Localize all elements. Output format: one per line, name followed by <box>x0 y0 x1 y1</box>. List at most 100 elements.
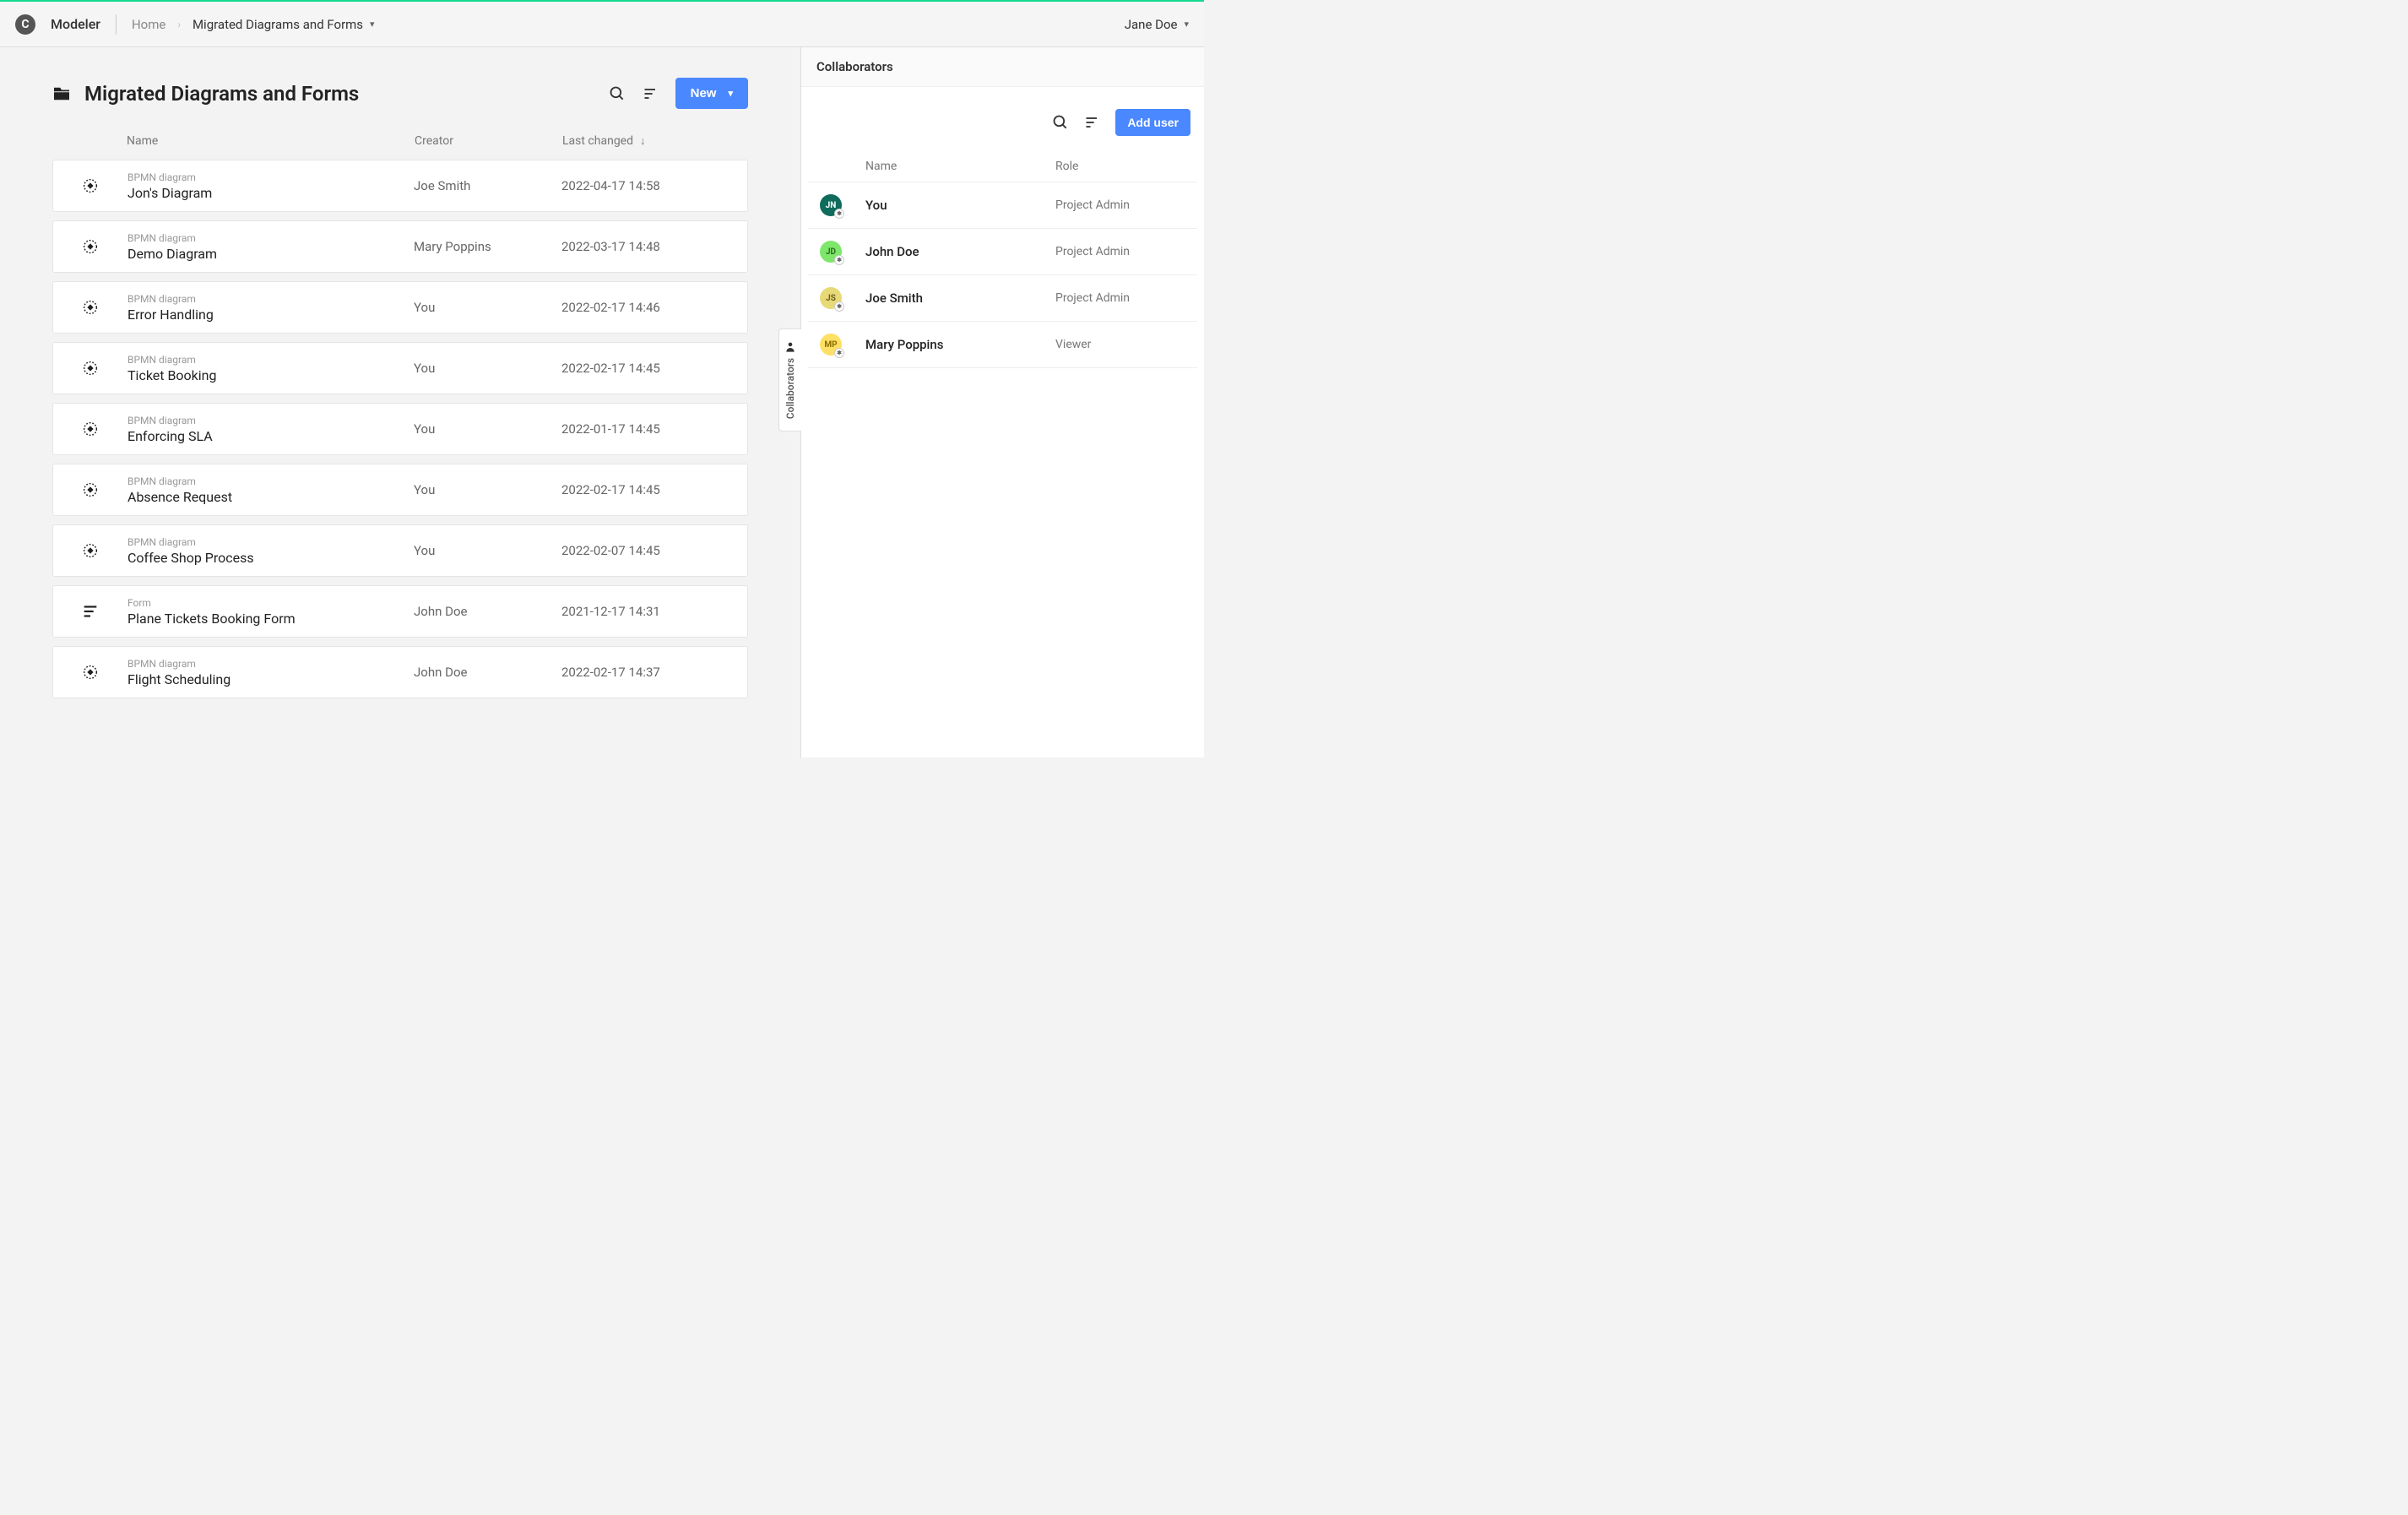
item-name: Enforcing SLA <box>127 428 414 444</box>
collaborator-row[interactable]: JS✱ Joe SmithProject Admin <box>808 275 1197 322</box>
search-icon[interactable] <box>1051 113 1070 132</box>
avatar: JS✱ <box>820 287 842 309</box>
bpmn-icon <box>53 541 127 560</box>
item-creator: You <box>414 543 561 558</box>
avatar-initials: JS <box>826 294 836 303</box>
new-button-label: New <box>691 86 717 100</box>
item-creator: Mary Poppins <box>414 239 561 254</box>
column-name[interactable]: Name <box>865 160 1055 173</box>
breadcrumb-home[interactable]: Home <box>132 17 165 32</box>
bpmn-icon <box>53 420 127 438</box>
collaborator-role: Viewer <box>1055 338 1190 351</box>
person-icon <box>784 341 796 353</box>
item-name: Ticket Booking <box>127 367 414 383</box>
collaborators-tab[interactable]: Collaborators <box>778 329 801 432</box>
collaborators-title: Collaborators <box>801 47 1204 87</box>
collaborator-row[interactable]: JD✱John DoeProject Admin <box>808 229 1197 275</box>
folder-icon <box>52 86 71 101</box>
top-bar: C Modeler Home › Migrated Diagrams and F… <box>0 0 1204 47</box>
table-row[interactable]: BPMN diagramDemo DiagramMary Poppins2022… <box>52 220 748 273</box>
item-creator: Joe Smith <box>414 178 561 193</box>
item-name: Coffee Shop Process <box>127 550 414 566</box>
item-name: Plane Tickets Booking Form <box>127 611 414 627</box>
main-content: Migrated Diagrams and Forms New ▾ Name C… <box>0 47 800 758</box>
avatar-initials: JD <box>826 247 836 257</box>
column-role[interactable]: Role <box>1055 160 1190 173</box>
item-last-changed: 2022-04-17 14:58 <box>561 178 747 193</box>
collaborator-role: Project Admin <box>1055 198 1190 212</box>
collaborator-name: You <box>865 198 1055 213</box>
collaborator-role: Project Admin <box>1055 291 1190 305</box>
arrow-down-icon: ↓ <box>640 134 646 148</box>
collaborator-row[interactable]: MP✱Mary PoppinsViewer <box>808 322 1197 368</box>
app-logo[interactable]: C <box>15 14 35 35</box>
collaborator-name: Joe Smith <box>865 291 1055 306</box>
table-row[interactable]: BPMN diagramAbsence RequestYou2022-02-17… <box>52 464 748 516</box>
breadcrumb: Home › Migrated Diagrams and Forms ▾ <box>132 17 375 32</box>
settings-badge-icon: ✱ <box>834 209 844 219</box>
table-row[interactable]: BPMN diagramJon's DiagramJoe Smith2022-0… <box>52 160 748 212</box>
bpmn-icon <box>53 359 127 377</box>
table-row[interactable]: BPMN diagram Error HandlingYou2022-02-17 … <box>52 281 748 334</box>
sort-icon[interactable] <box>642 84 660 103</box>
new-button[interactable]: New ▾ <box>675 78 748 109</box>
table-row[interactable]: BPMN diagramEnforcing SLAYou2022-01-17 1… <box>52 403 748 455</box>
item-type: BPMN diagram <box>127 293 414 305</box>
breadcrumb-current[interactable]: Migrated Diagrams and Forms ▾ <box>193 17 375 32</box>
table-row[interactable]: BPMN diagramTicket BookingYou2022-02-17 … <box>52 342 748 394</box>
collaborators-panel: Collaborators Add user Name Role JN✱YouP… <box>800 47 1204 758</box>
item-last-changed: 2022-02-17 14:46 <box>561 300 747 315</box>
settings-badge-icon: ✱ <box>834 255 844 265</box>
column-last-changed[interactable]: Last changed ↓ <box>562 134 748 148</box>
search-icon[interactable] <box>608 84 626 103</box>
user-name: Jane Doe <box>1125 17 1178 32</box>
table-row[interactable]: BPMN diagramCoffee Shop ProcessYou2022-0… <box>52 524 748 577</box>
item-type: BPMN diagram <box>127 415 414 426</box>
item-type: BPMN diagram <box>127 354 414 366</box>
item-creator: You <box>414 361 561 376</box>
column-name[interactable]: Name <box>127 134 415 148</box>
bpmn-icon <box>53 663 127 681</box>
user-menu[interactable]: Jane Doe ▾ <box>1125 17 1189 32</box>
item-name: Absence Request <box>127 489 414 505</box>
sort-icon[interactable] <box>1083 113 1102 132</box>
item-name: Demo Diagram <box>127 246 414 262</box>
add-user-button[interactable]: Add user <box>1115 109 1190 136</box>
table-row[interactable]: BPMN diagramFlight SchedulingJohn Doe202… <box>52 646 748 698</box>
item-creator: You <box>414 300 561 315</box>
divider <box>116 14 117 35</box>
avatar: MP✱ <box>820 334 842 356</box>
page-title: Migrated Diagrams and Forms <box>84 82 359 106</box>
chevron-down-icon: ▾ <box>1184 19 1189 30</box>
collaborators-tab-label: Collaborators <box>784 358 796 419</box>
avatar: JN✱ <box>820 194 842 216</box>
bpmn-icon <box>53 481 127 499</box>
settings-badge-icon: ✱ <box>834 301 844 312</box>
settings-badge-icon: ✱ <box>834 348 844 358</box>
collaborators-table-header: Name Role <box>808 151 1197 182</box>
item-name: Error Handling <box>127 307 414 323</box>
table-row[interactable]: Form Plane Tickets Booking FormJohn Doe20… <box>52 585 748 638</box>
item-type: Form <box>127 597 414 609</box>
bpmn-icon <box>53 298 127 317</box>
item-creator: John Doe <box>414 604 561 619</box>
table-header: Name Creator Last changed ↓ <box>52 126 748 160</box>
item-name: Flight Scheduling <box>127 671 414 687</box>
app-name[interactable]: Modeler <box>51 16 100 32</box>
column-last-changed-label: Last changed <box>562 134 633 148</box>
item-last-changed: 2021-12-17 14:31 <box>561 604 747 619</box>
item-creator: You <box>414 482 561 497</box>
collaborator-name: John Doe <box>865 244 1055 259</box>
item-last-changed: 2022-03-17 14:48 <box>561 239 747 254</box>
chevron-down-icon: ▾ <box>370 19 375 30</box>
item-type: BPMN diagram <box>127 171 414 183</box>
item-last-changed: 2022-02-17 14:37 <box>561 665 747 680</box>
item-type: BPMN diagram <box>127 658 414 670</box>
column-creator[interactable]: Creator <box>415 134 562 148</box>
item-last-changed: 2022-02-17 14:45 <box>561 361 747 376</box>
bpmn-icon <box>53 176 127 195</box>
collaborator-row[interactable]: JN✱ YouProject Admin <box>808 182 1197 229</box>
form-icon <box>53 602 127 621</box>
chevron-right-icon: › <box>177 19 181 30</box>
item-type: BPMN diagram <box>127 536 414 548</box>
